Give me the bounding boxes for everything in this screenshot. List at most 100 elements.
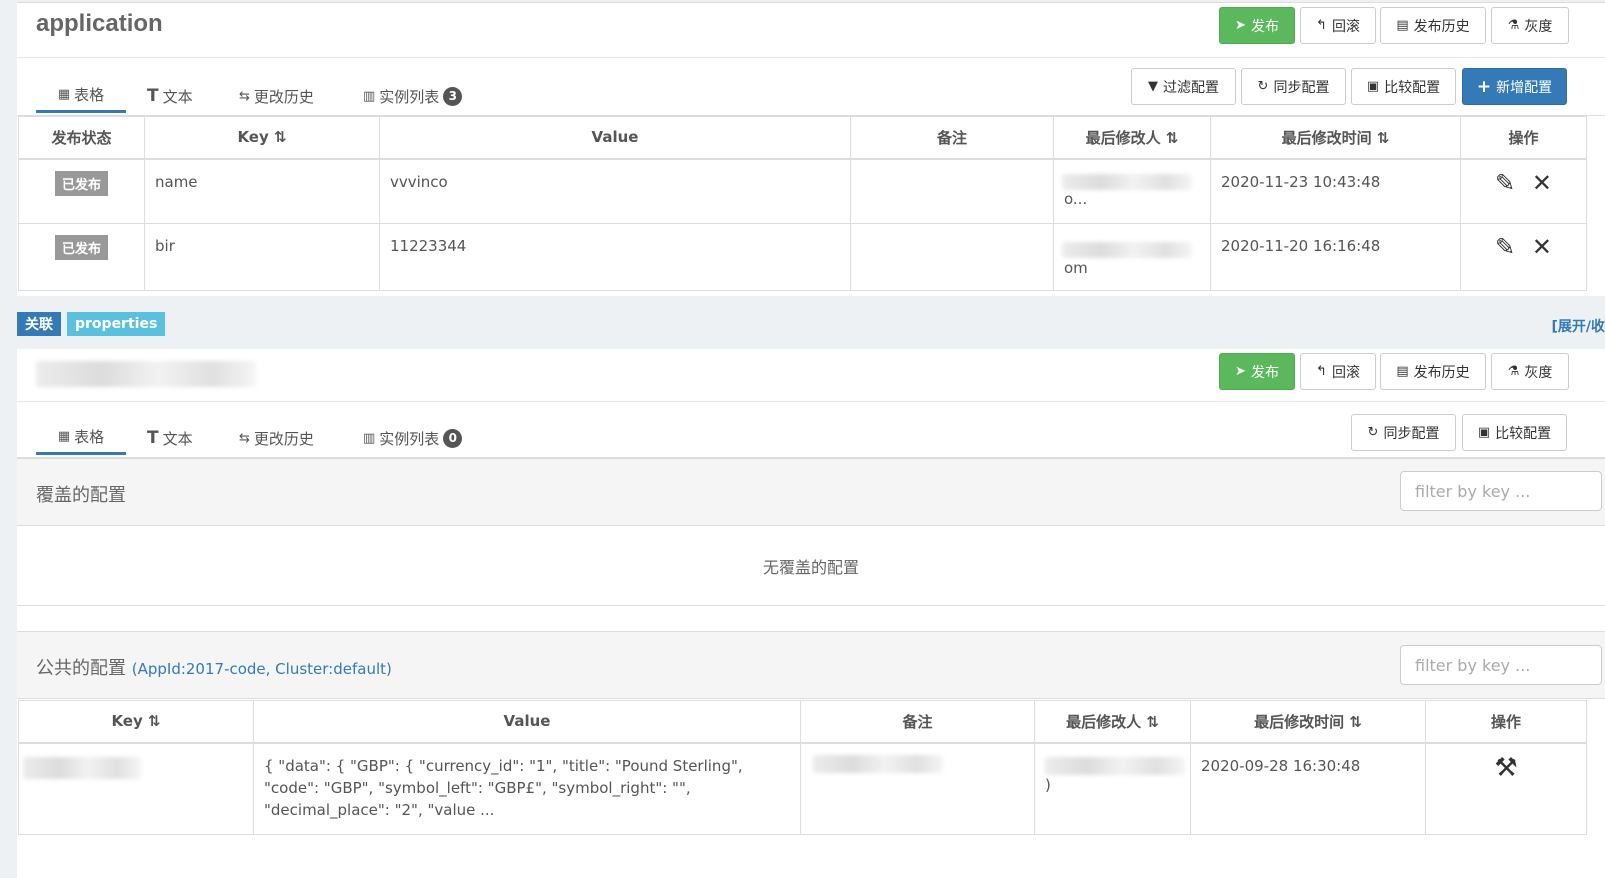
namespace-header: ➤ 发布 ↰ 回滚 ▤ 发布历史 ⚗ 灰度	[17, 349, 1605, 402]
public-section-title: 公共的配置 (AppId:2017-code, Cluster:default)	[36, 658, 392, 679]
close-icon[interactable]: ✕	[1532, 169, 1552, 197]
public-filter-input[interactable]: filter by key ...	[1400, 645, 1602, 685]
sort-icon: ⇅	[1165, 128, 1179, 147]
row-key	[18, 742, 254, 835]
row-value: { "data": { "GBP": { "currency_id": "1",…	[253, 742, 801, 835]
namespace-panel-application: application ➤ 发布 ↰ 回滚 ▤ 发布历史 ⚗ 灰度 ▦ 表格 T 文本 ⇆ 更…	[17, 2, 1605, 296]
publish-button[interactable]: ➤ 发布	[1219, 353, 1295, 390]
tab-table[interactable]: ▦ 表格	[36, 421, 126, 455]
sync-config-button[interactable]: ↻ 同步配置	[1351, 414, 1456, 451]
col-ops: 操作	[1460, 116, 1587, 160]
edit-icon[interactable]: ✎	[1495, 233, 1515, 261]
instance-count-badge: 3	[443, 86, 463, 106]
filter-config-button[interactable]: ▼ 过滤配置	[1131, 68, 1236, 105]
tab-change-history[interactable]: ⇆ 更改历史	[239, 79, 314, 113]
link-label: 关联	[17, 312, 61, 336]
calendar-icon: ▤	[1396, 364, 1409, 379]
rollback-button[interactable]: ↰ 回滚	[1300, 7, 1376, 44]
clipboard-icon: ▣	[1366, 79, 1380, 94]
edit-icon[interactable]: ✎	[1495, 169, 1515, 197]
sort-icon: ⇅	[1146, 712, 1159, 731]
tab-change-history[interactable]: ⇆ 更改历史	[239, 421, 314, 455]
namespace-tabs: ▦ 表格 T 文本 ⇆ 更改历史 ▥ 实例列表 3 ▼ 过滤配置 ↻ 同步配置 ▣ 比较配置 …	[17, 58, 1605, 116]
compare-config-button[interactable]: ▣ 比较配置	[1462, 414, 1567, 451]
status-badge: 已发布	[54, 235, 108, 260]
col-key[interactable]: Key ⇅	[144, 116, 380, 160]
row-comment	[800, 742, 1035, 835]
gray-release-button[interactable]: ⚗ 灰度	[1491, 353, 1569, 390]
override-section-title: 覆盖的配置	[36, 485, 126, 506]
namespace-title: application	[36, 10, 163, 37]
funnel-icon: ▼	[1148, 79, 1158, 94]
tab-table[interactable]: ▦ 表格	[36, 79, 126, 113]
plus-icon: +	[1476, 76, 1492, 97]
paper-plane-icon: ➤	[1235, 18, 1246, 33]
table-icon: ▦	[57, 87, 71, 102]
row-modified-time: 2020-11-23 10:43:48	[1210, 158, 1461, 224]
gray-release-button[interactable]: ⚗ 灰度	[1491, 7, 1569, 44]
instance-count-badge: 0	[443, 428, 463, 448]
override-section-header: 覆盖的配置 filter by key ...	[17, 458, 1605, 526]
col-value: Value	[379, 116, 851, 160]
publish-history-button[interactable]: ▤ 发布历史	[1380, 7, 1486, 44]
rollback-button[interactable]: ↰ 回滚	[1300, 353, 1376, 390]
tab-instance-list[interactable]: ▥ 实例列表 0	[363, 421, 463, 455]
redacted-namespace-title	[36, 361, 256, 387]
row-modified-time: 2020-11-20 16:16:48	[1210, 223, 1461, 291]
override-filter-input[interactable]: filter by key ...	[1400, 471, 1602, 511]
exchange-icon: ⇆	[239, 88, 250, 104]
paper-plane-icon: ➤	[1235, 364, 1246, 379]
expand-collapse-link[interactable]: [展开/收	[1551, 316, 1605, 336]
namespace-header: application ➤ 发布 ↰ 回滚 ▤ 发布历史 ⚗ 灰度	[17, 3, 1605, 58]
redacted-modifier	[1045, 756, 1185, 775]
tab-instance-list[interactable]: ▥ 实例列表 3	[363, 79, 463, 113]
redacted-modifier	[1062, 173, 1192, 190]
section-spacer	[17, 607, 1605, 631]
publish-button[interactable]: ➤ 发布	[1219, 7, 1295, 44]
compare-config-button[interactable]: ▣ 比较配置	[1351, 68, 1456, 105]
row-key: name	[144, 158, 380, 224]
sort-icon: ⇅	[1376, 128, 1390, 147]
row-modifier: om	[1053, 223, 1211, 291]
tab-text[interactable]: T 文本	[147, 79, 193, 113]
table-row: 已发布 bir 11223344 om 2020-11-20 16:16:48 …	[18, 223, 1587, 291]
row-value: 11223344	[379, 223, 851, 291]
wrench-icon[interactable]: ⚒	[1494, 753, 1517, 783]
row-key: bir	[144, 223, 380, 291]
format-label: properties	[67, 312, 166, 336]
table-header-row: Key ⇅ Value 备注 最后修改人 ⇅ 最后修改时间 ⇅ 操作	[18, 700, 1587, 744]
namespace-tabs: ▦ 表格 T 文本 ⇆ 更改历史 ▥ 实例列表 0 ↻ 同步配置 ▣ 比较配置	[17, 402, 1605, 458]
refresh-icon: ↻	[1367, 425, 1379, 440]
row-modifier: )	[1034, 742, 1191, 835]
redacted-comment	[813, 754, 943, 773]
exchange-icon: ⇆	[239, 430, 250, 446]
add-config-button[interactable]: + 新增配置	[1462, 68, 1567, 105]
row-comment	[850, 158, 1054, 224]
close-icon[interactable]: ✕	[1532, 233, 1552, 261]
sort-icon: ⇅	[273, 128, 287, 147]
col-modified-time[interactable]: 最后修改时间 ⇅	[1190, 700, 1426, 744]
col-modified-time[interactable]: 最后修改时间 ⇅	[1210, 116, 1461, 160]
namespace-panel-linked: ➤ 发布 ↰ 回滚 ▤ 发布历史 ⚗ 灰度 ▦ 表格 T 文本 ⇆ 更改历史 ▥ 实例列表 0 …	[17, 349, 1605, 878]
page-left-gutter	[0, 0, 17, 878]
col-modifier[interactable]: 最后修改人 ⇅	[1034, 700, 1191, 744]
col-status: 发布状态	[18, 116, 145, 160]
row-modified-time: 2020-09-28 16:30:48	[1190, 742, 1426, 835]
public-section-header: 公共的配置 (AppId:2017-code, Cluster:default)…	[17, 631, 1605, 699]
row-comment	[850, 223, 1054, 291]
col-modifier[interactable]: 最后修改人 ⇅	[1053, 116, 1211, 160]
publish-history-button[interactable]: ▤ 发布历史	[1380, 353, 1486, 390]
sync-config-button[interactable]: ↻ 同步配置	[1241, 68, 1346, 105]
clipboard-icon: ▣	[1477, 425, 1491, 440]
refresh-icon: ↻	[1257, 79, 1269, 94]
col-key[interactable]: Key ⇅	[18, 700, 254, 744]
namespace-labels: 关联 properties	[17, 312, 166, 336]
undo-icon: ↰	[1316, 18, 1327, 33]
tab-text[interactable]: T 文本	[147, 421, 193, 455]
config-table: 发布状态 Key ⇅ Value 备注 最后修改人 ⇅ 最后修改时间 ⇅ 操作 …	[18, 116, 1587, 291]
instance-list-icon: ▥	[363, 88, 376, 104]
undo-icon: ↰	[1316, 364, 1327, 379]
table-row: 已发布 name vvvinco o... 2020-11-23 10:43:4…	[18, 158, 1587, 224]
col-value: Value	[253, 700, 801, 744]
override-empty-message: 无覆盖的配置	[17, 526, 1605, 606]
